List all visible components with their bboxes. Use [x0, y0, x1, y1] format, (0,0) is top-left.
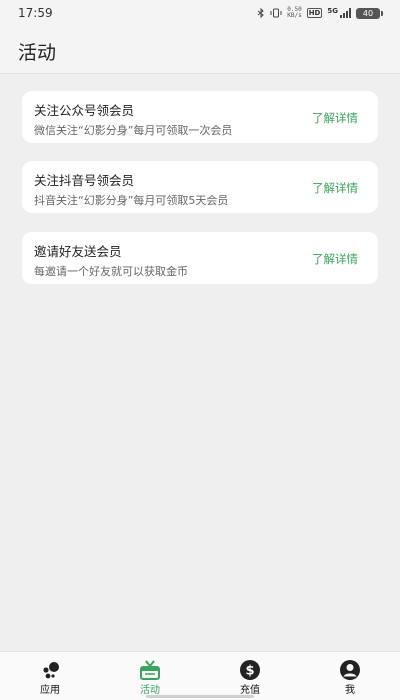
learn-more-link[interactable]: 了解详情 — [312, 251, 358, 267]
page-title: 活动 — [18, 42, 57, 64]
vibrate-icon — [270, 8, 282, 18]
activity-card-invite[interactable]: 邀请好友送会员 每邀请一个好友就可以获取金币 了解详情 — [22, 232, 378, 284]
status-icons: 0.50 KB/s HD 5G 40 — [257, 7, 383, 19]
tab-me[interactable]: 我 — [315, 652, 385, 700]
activity-title: 关注公众号领会员 — [34, 103, 135, 118]
bluetooth-icon — [257, 8, 265, 18]
status-time: 17:59 — [18, 6, 53, 20]
bottom-tab-bar: 应用 活动 $ 充值 我 — [0, 651, 400, 700]
hd-badge: HD — [306, 8, 323, 18]
tab-label: 活动 — [140, 685, 160, 696]
tab-recharge[interactable]: $ 充值 — [215, 652, 285, 700]
tab-apps[interactable]: 应用 — [15, 652, 85, 700]
dollar-icon: $ — [239, 659, 261, 681]
apps-icon — [39, 659, 61, 681]
learn-more-link[interactable]: 了解详情 — [312, 110, 358, 126]
activity-card-douyin[interactable]: 关注抖音号领会员 抖音关注“幻影分身”每月可领取5天会员 了解详情 — [22, 161, 378, 213]
network-speed-unit: KB/s — [287, 12, 302, 19]
battery-icon: 40 — [356, 7, 383, 19]
activity-desc: 每邀请一个好友就可以获取金币 — [34, 265, 188, 278]
tab-label: 充值 — [240, 685, 260, 696]
activity-title: 邀请好友送会员 — [34, 244, 122, 259]
tab-activity[interactable]: 活动 — [115, 652, 185, 700]
activity-desc: 微信关注“幻影分身”每月可领取一次会员 — [34, 124, 233, 137]
tab-label: 应用 — [40, 685, 60, 696]
status-bar: 17:59 0.50 KB/s HD 5G 40 — [0, 0, 400, 26]
activity-card-wechat[interactable]: 关注公众号领会员 微信关注“幻影分身”每月可领取一次会员 了解详情 — [22, 91, 378, 143]
gift-icon — [139, 659, 161, 681]
svg-text:$: $ — [245, 664, 254, 679]
network-type: 5G — [327, 7, 338, 15]
network-speed: 0.50 KB/s — [287, 7, 301, 19]
home-indicator — [146, 695, 254, 698]
activity-desc: 抖音关注“幻影分身”每月可领取5天会员 — [34, 194, 229, 207]
signal-icon — [340, 8, 351, 18]
tab-label: 我 — [345, 685, 355, 696]
user-icon — [339, 659, 361, 681]
activity-title: 关注抖音号领会员 — [34, 173, 135, 188]
battery-level: 40 — [362, 8, 374, 18]
learn-more-link[interactable]: 了解详情 — [312, 180, 358, 196]
header: 活动 — [0, 26, 400, 74]
